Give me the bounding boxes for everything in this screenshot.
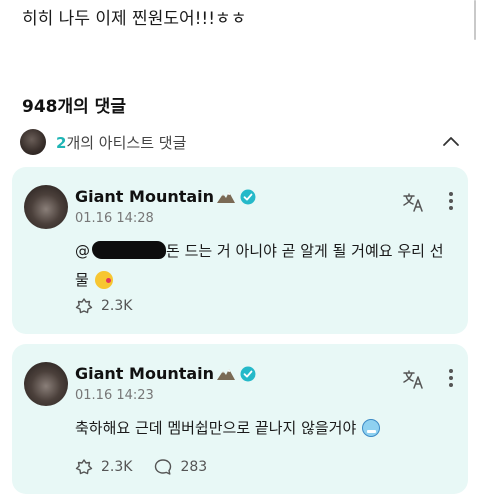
mention-prefix[interactable]: @: [75, 242, 90, 260]
comment-timestamp: 01.16 14:23: [75, 388, 154, 403]
comment-actions: 2.3K 283: [75, 458, 229, 476]
like-icon: [75, 459, 93, 475]
artist-comment-label-suffix: 개의 아티스트 댓글: [66, 133, 187, 152]
artist-comments-label: 2개의 아티스트 댓글: [56, 132, 186, 153]
avatar[interactable]: [24, 185, 68, 229]
verified-icon: [240, 366, 256, 381]
avatar[interactable]: [24, 362, 68, 406]
comment-body: @ 돈 드는 거 아니야 곧 알게 될 거예요 우리 선물: [75, 237, 455, 295]
like-button[interactable]: 2.3K: [75, 458, 132, 476]
comment-body: 축하해요 근데 멤버쉽만으로 끝나지 않을거야: [75, 414, 455, 443]
comment-author-row: Giant Mountain: [75, 364, 256, 383]
reply-icon: [155, 459, 172, 475]
like-count: 2.3K: [101, 298, 133, 314]
more-icon[interactable]: [448, 191, 454, 211]
mountain-icon: [217, 191, 236, 203]
translate-icon[interactable]: [402, 191, 424, 213]
like-button[interactable]: 2.3K: [75, 297, 132, 315]
scrollbar[interactable]: [474, 0, 476, 40]
comment-count: 948개의 댓글: [22, 97, 126, 117]
kissing-face-emoji: [94, 271, 113, 289]
comment-author-row: Giant Mountain: [75, 187, 256, 206]
artist-comment-card: Giant Mountain 01.16 14:28 @ 돈 드는 거 아니야 곧…: [12, 167, 468, 334]
like-icon: [75, 298, 93, 314]
mountain-icon: [217, 368, 236, 380]
comment-timestamp: 01.16 14:28: [75, 211, 154, 226]
more-icon[interactable]: [448, 368, 454, 388]
translate-icon[interactable]: [402, 368, 424, 390]
comment-actions: 2.3K: [75, 297, 154, 315]
chevron-up-icon[interactable]: [442, 133, 460, 151]
cold-face-emoji: [362, 419, 381, 437]
redacted-mention: [92, 241, 166, 259]
comment-author[interactable]: Giant Mountain: [75, 364, 214, 383]
artist-comment-count: 2: [56, 133, 67, 152]
like-count: 2.3K: [101, 459, 133, 475]
reply-count: 283: [180, 459, 208, 475]
artist-comment-card: Giant Mountain 01.16 14:23 축하해요 근데 멤버쉽만으…: [12, 344, 468, 494]
verified-icon: [240, 189, 256, 204]
comment-text: 축하해요 근데 멤버쉽만으로 끝나지 않을거야: [75, 419, 357, 437]
avatar: [20, 129, 46, 155]
post-text: 히히 나두 이제 찐원도어!!!ㅎㅎ: [22, 9, 247, 29]
comment-author[interactable]: Giant Mountain: [75, 187, 214, 206]
reply-button[interactable]: 283: [154, 458, 207, 476]
artist-comments-toggle[interactable]: 2개의 아티스트 댓글: [20, 127, 464, 157]
